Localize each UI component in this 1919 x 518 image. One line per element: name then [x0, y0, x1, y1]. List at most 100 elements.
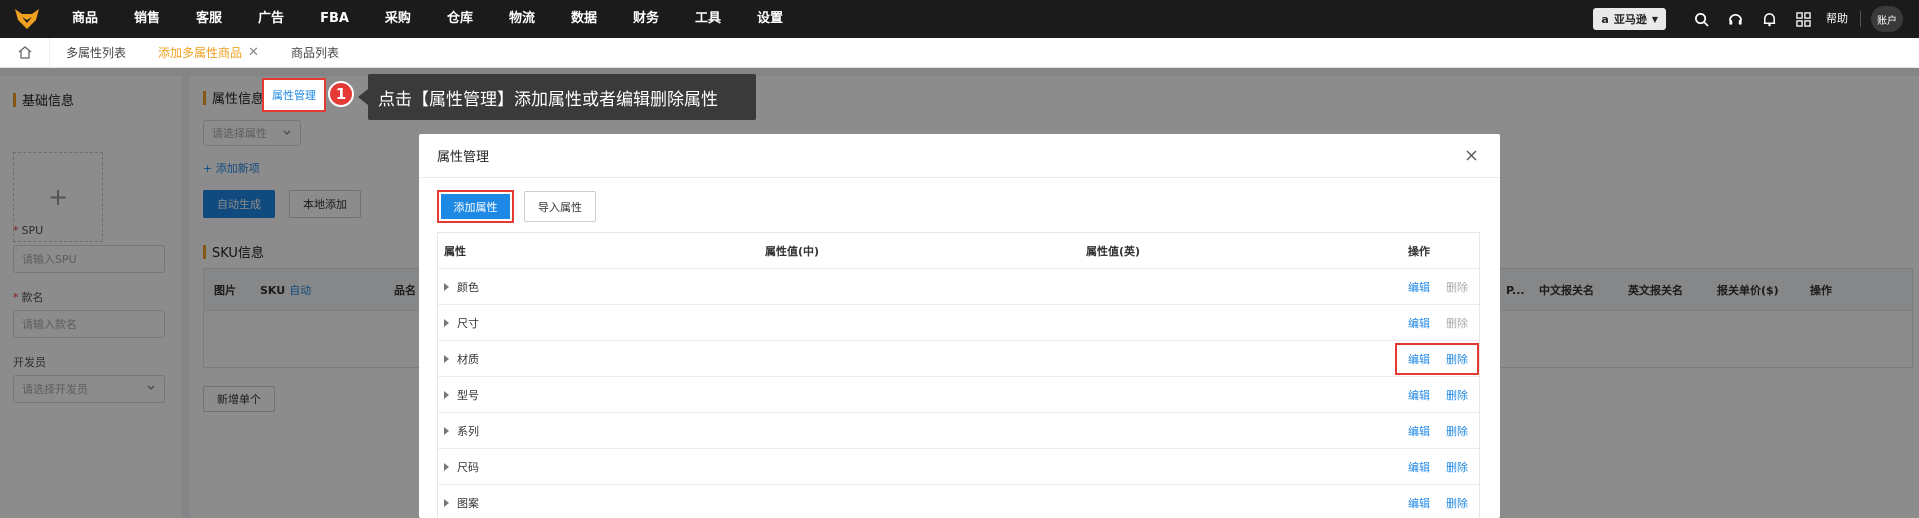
delete-link[interactable]: 删除	[1446, 423, 1468, 439]
attr-name: 颜色	[457, 281, 479, 294]
row-name-cell[interactable]: 图案	[444, 485, 479, 518]
tab-label: 多属性列表	[66, 45, 127, 60]
attr-name: 系列	[457, 425, 479, 438]
modal-close-button[interactable]	[1462, 146, 1480, 164]
tab-product-list[interactable]: 商品列表	[275, 38, 355, 68]
apps-button[interactable]	[1786, 0, 1820, 38]
close-icon[interactable]: ✕	[248, 38, 259, 68]
attr-manage-link[interactable]: 属性管理	[262, 78, 326, 112]
nav-item[interactable]: 商品	[54, 0, 116, 38]
delete-link: 删除	[1446, 281, 1468, 294]
edit-link[interactable]: 编辑	[1408, 459, 1430, 475]
tab-label: 商品列表	[290, 45, 339, 60]
nav-item[interactable]: 仓库	[429, 0, 491, 38]
tab-label: 添加多属性商品	[158, 45, 243, 60]
tab-add-multi-attr-product[interactable]: 添加多属性商品 ✕	[142, 38, 275, 68]
row-name-cell[interactable]: 颜色	[444, 269, 479, 305]
delete-link[interactable]: 删除	[1446, 495, 1468, 511]
add-attr-label: 添加属性	[441, 194, 510, 219]
expand-triangle-icon[interactable]	[444, 499, 449, 507]
attr-name: 材质	[457, 353, 479, 366]
edit-link[interactable]: 编辑	[1408, 387, 1430, 403]
main-menu: 商品 销售 客服 广告 FBA 采购 仓库 物流 数据 财务 工具 设置	[54, 0, 801, 38]
expand-triangle-icon[interactable]	[444, 319, 449, 327]
attr-table-body: 颜色 编辑 删除 尺寸 编辑 删除 材质 编辑 删除 型号 编辑 删除 系列 编辑 删除 尺码 编辑 删除 图案 编辑…	[438, 269, 1479, 518]
row-ops: 编辑 删除	[1408, 269, 1468, 305]
attr-manage-label: 属性管理	[272, 89, 316, 102]
amazon-icon: a	[1601, 12, 1609, 26]
ops-highlight-box	[1395, 343, 1479, 375]
notification-button[interactable]	[1752, 0, 1786, 38]
fox-logo-icon	[15, 9, 39, 29]
account-avatar[interactable]: 账户	[1871, 6, 1903, 32]
row-name-cell[interactable]: 尺码	[444, 449, 479, 485]
close-icon	[1466, 150, 1476, 160]
nav-item[interactable]: 物流	[491, 0, 553, 38]
nav-item[interactable]: FBA	[302, 0, 367, 38]
row-ops: 编辑 删除	[1408, 449, 1468, 485]
nav-item[interactable]: 广告	[240, 0, 302, 38]
edit-link[interactable]: 编辑	[1408, 423, 1430, 439]
edit-link[interactable]: 编辑	[1408, 495, 1430, 511]
row-ops: 编辑 删除	[1408, 485, 1468, 518]
nav-item[interactable]: 数据	[553, 0, 615, 38]
table-row: 图案 编辑 删除	[438, 485, 1479, 518]
expand-triangle-icon[interactable]	[444, 283, 449, 291]
modal-header: 属性管理	[419, 134, 1500, 178]
attr-name: 图案	[457, 497, 479, 510]
marketplace-label: 亚马逊	[1613, 13, 1647, 26]
attr-name: 型号	[457, 389, 479, 402]
grid-icon	[1795, 11, 1811, 27]
nav-item[interactable]: 客服	[178, 0, 240, 38]
expand-triangle-icon[interactable]	[444, 427, 449, 435]
delete-link: 删除	[1446, 317, 1468, 330]
table-row: 尺寸 编辑 删除	[438, 305, 1479, 341]
delete-link[interactable]: 删除	[1446, 459, 1468, 475]
row-name-cell[interactable]: 尺寸	[444, 305, 479, 341]
help-link[interactable]: 帮助	[1820, 11, 1861, 27]
nav-item[interactable]: 销售	[116, 0, 178, 38]
nav-item[interactable]: 财务	[615, 0, 677, 38]
col-value-cn: 属性值(中)	[765, 245, 820, 258]
row-name-cell[interactable]: 型号	[444, 377, 479, 413]
import-attr-button[interactable]: 导入属性	[524, 191, 596, 222]
table-row: 颜色 编辑 删除	[438, 269, 1479, 305]
expand-triangle-icon[interactable]	[444, 463, 449, 471]
headset-icon	[1728, 13, 1742, 25]
row-ops: 编辑 删除	[1408, 377, 1468, 413]
row-name-cell[interactable]: 材质	[444, 341, 479, 377]
nav-item[interactable]: 设置	[739, 0, 801, 38]
table-row: 系列 编辑 删除	[438, 413, 1479, 449]
edit-link[interactable]: 编辑	[1408, 315, 1430, 331]
col-attr: 属性	[444, 245, 466, 258]
table-row: 尺码 编辑 删除	[438, 449, 1479, 485]
expand-triangle-icon[interactable]	[444, 391, 449, 399]
tab-multi-attr-list[interactable]: 多属性列表	[50, 38, 142, 68]
row-name-cell[interactable]: 系列	[444, 413, 479, 449]
app-logo[interactable]	[0, 0, 54, 38]
table-row: 材质 编辑 删除	[438, 341, 1479, 377]
attr-name: 尺码	[457, 461, 479, 474]
attr-table: 属性 属性值(中) 属性值(英) 操作 颜色 编辑 删除 尺寸 编辑 删除 材质 编辑 删除 型号…	[437, 232, 1480, 518]
marketplace-selector[interactable]: a 亚马逊 ▼	[1593, 8, 1666, 30]
nav-item[interactable]: 采购	[367, 0, 429, 38]
nav-item[interactable]: 工具	[677, 0, 739, 38]
delete-link[interactable]: 删除	[1446, 387, 1468, 403]
attr-table-header: 属性 属性值(中) 属性值(英) 操作	[438, 233, 1479, 269]
expand-triangle-icon[interactable]	[444, 355, 449, 363]
row-ops: 编辑 删除	[1408, 305, 1468, 341]
modal-title: 属性管理	[437, 150, 490, 165]
col-ops: 操作	[1408, 245, 1430, 258]
home-tab[interactable]	[0, 37, 50, 68]
search-button[interactable]	[1684, 0, 1718, 38]
edit-link[interactable]: 编辑	[1408, 279, 1430, 295]
support-button[interactable]	[1718, 0, 1752, 38]
caret-down-icon: ▼	[1651, 14, 1658, 24]
tab-bar: 多属性列表 添加多属性商品 ✕ 商品列表	[0, 37, 1919, 68]
bell-icon	[1763, 12, 1775, 26]
nav-right-tools: a 亚马逊 ▼ 帮助 账户	[1593, 0, 1919, 38]
attr-name: 尺寸	[457, 317, 479, 330]
add-attr-button[interactable]: 添加属性	[437, 190, 514, 223]
tutorial-callout: 点击【属性管理】添加属性或者编辑删除属性	[358, 74, 756, 120]
search-icon	[1694, 12, 1709, 27]
